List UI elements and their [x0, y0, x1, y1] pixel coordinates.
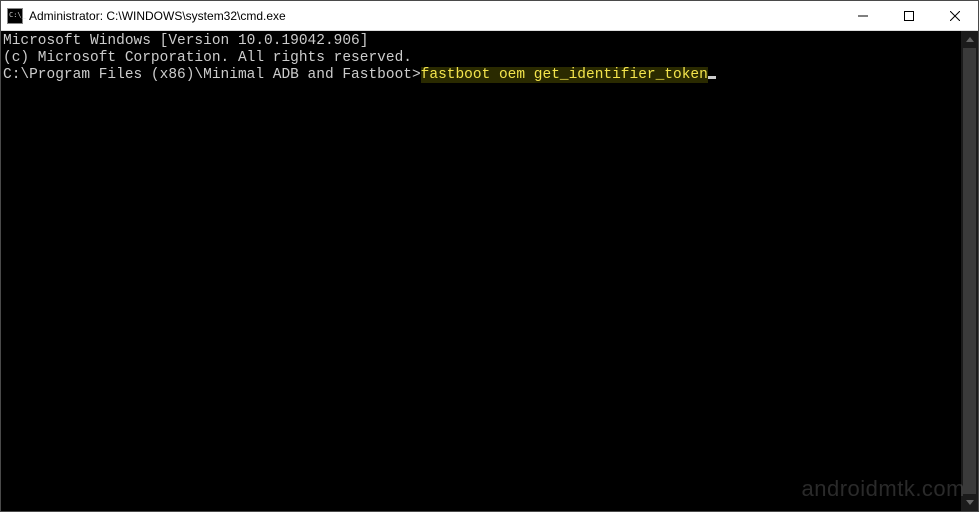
- window-controls: [840, 1, 978, 30]
- terminal[interactable]: Microsoft Windows [Version 10.0.19042.90…: [1, 31, 961, 511]
- prompt: C:\Program Files (x86)\Minimal ADB and F…: [3, 67, 421, 83]
- cmd-window: Administrator: C:\WINDOWS\system32\cmd.e…: [0, 0, 979, 512]
- terminal-line: (c) Microsoft Corporation. All rights re…: [3, 50, 959, 67]
- window-title: Administrator: C:\WINDOWS\system32\cmd.e…: [29, 9, 840, 23]
- terminal-area: Microsoft Windows [Version 10.0.19042.90…: [1, 31, 978, 511]
- terminal-prompt-line: C:\Program Files (x86)\Minimal ADB and F…: [3, 67, 959, 84]
- scroll-thumb[interactable]: [963, 48, 976, 494]
- close-button[interactable]: [932, 1, 978, 30]
- command-input: fastboot oem get_identifier_token: [421, 67, 708, 83]
- scroll-up-button[interactable]: [961, 31, 978, 48]
- cursor: [708, 76, 716, 79]
- terminal-line: Microsoft Windows [Version 10.0.19042.90…: [3, 33, 959, 50]
- maximize-button[interactable]: [886, 1, 932, 30]
- titlebar[interactable]: Administrator: C:\WINDOWS\system32\cmd.e…: [1, 1, 978, 31]
- scroll-down-button[interactable]: [961, 494, 978, 511]
- scroll-track[interactable]: [961, 48, 978, 494]
- minimize-button[interactable]: [840, 1, 886, 30]
- vertical-scrollbar[interactable]: [961, 31, 978, 511]
- cmd-icon: [7, 8, 23, 24]
